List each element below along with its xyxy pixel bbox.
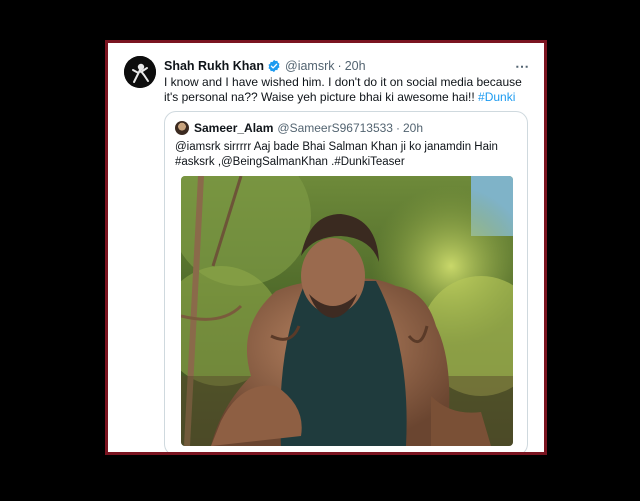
tweet-header: Shah Rukh Khan @iamsrk · 20h: [164, 57, 366, 75]
tweet-time[interactable]: 20h: [345, 59, 366, 73]
tweet-text: I know and I have wished him. I don't do…: [164, 75, 532, 105]
separator-dot: ·: [337, 59, 342, 73]
quoted-tweet-text: @iamsrk sirrrrr Aaj bade Bhai Salman Kha…: [175, 140, 515, 170]
author-avatar[interactable]: [124, 56, 156, 88]
verified-badge-icon: [267, 59, 281, 73]
quoted-author-handle[interactable]: @SameerS96713533: [277, 121, 393, 135]
author-name[interactable]: Shah Rukh Khan: [164, 59, 264, 73]
tweet-photo[interactable]: [181, 176, 513, 446]
quoted-text-line-2: #asksrk ,@BeingSalmanKhan .#DunkiTeaser: [175, 156, 405, 168]
tweet-text-body: I know and I have wished him. I don't do…: [164, 75, 522, 104]
hashtag-link[interactable]: #Dunki: [478, 90, 515, 104]
more-options-icon[interactable]: ⋯: [515, 58, 530, 75]
author-handle[interactable]: @iamsrk: [285, 59, 335, 73]
quoted-text-line-1: @iamsrk sirrrrr Aaj bade Bhai Salman Kha…: [175, 141, 498, 153]
tweet-screenshot-frame: Shah Rukh Khan @iamsrk · 20h ⋯ I know an…: [105, 40, 547, 455]
separator-dot: ·: [395, 121, 400, 135]
quoted-tweet-card[interactable]: Sameer_Alam @SameerS96713533 · 20h @iams…: [164, 111, 528, 452]
quoted-author-name[interactable]: Sameer_Alam: [194, 121, 273, 135]
quoted-tweet-time[interactable]: 20h: [403, 121, 423, 135]
quoted-tweet-header: Sameer_Alam @SameerS96713533 · 20h: [175, 121, 423, 135]
quoted-author-avatar[interactable]: [175, 121, 189, 135]
